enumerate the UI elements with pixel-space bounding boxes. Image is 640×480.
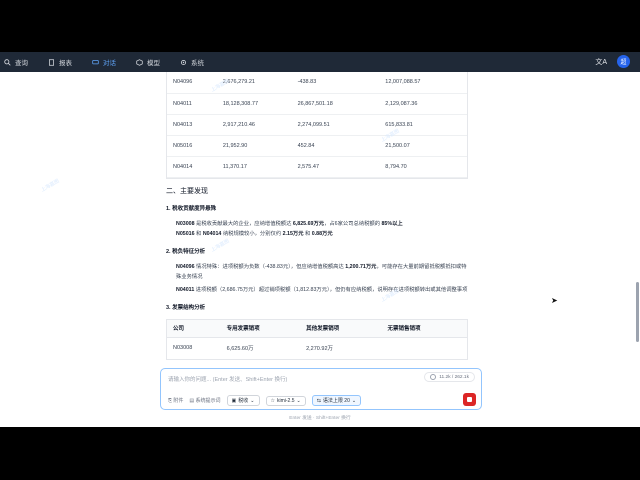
nav-item-report[interactable]: 报表 (44, 57, 72, 67)
table-row: N04011 18,128,308.77 26,867,501.18 2,129,08… (167, 93, 467, 115)
table-cell: 21,500.07 (379, 135, 467, 157)
composer-hint: Enter 发送 · Shift+Enter 换行 (289, 416, 351, 421)
token-usage: 11.2k / 262.1k (424, 372, 475, 382)
chat-icon (92, 59, 99, 66)
model-selector[interactable]: ☆ kimi-2.5 ⌄ (265, 395, 306, 406)
stop-button[interactable] (463, 393, 476, 406)
system-prompt-label: 系统提示词 (195, 398, 221, 404)
table-cell: 2,129,087.36 (379, 93, 467, 115)
table-cell: 21,952.90 (216, 135, 292, 157)
table-row: N05016 21,952.90 452.84 21,500.07 (167, 135, 467, 157)
table-cell: 8,794.70 (379, 156, 467, 178)
cube-icon (136, 58, 143, 66)
table-cell: 2,575.47 (291, 156, 380, 178)
table-cell: 2,917,210.46 (216, 114, 292, 136)
nav-label: 查询 (15, 60, 28, 67)
progress-ring-icon (430, 374, 437, 380)
finding-item: N03008 是税收贡献最大的企业，应纳增值税额达 6,825.69万元，占6家… (176, 220, 403, 227)
finding-item: N04096 情况特殊：进项税额为负数（-438.83元），但应纳增值税额高达 … (176, 263, 467, 280)
watermark: 上海嘉图 (40, 178, 61, 194)
nav-item-model[interactable]: 模型 (132, 57, 160, 67)
stop-icon (467, 397, 472, 402)
column-header: 其他发票销项 (306, 326, 340, 332)
nav-item-query[interactable]: 查询 (0, 57, 28, 67)
composer-toolbar: ⎘ 附件 ▤ 系统提示词 ▣ 税收 ⌄ ☆ kimi-2.5 ⌄ ⇆ 语法上限 … (168, 395, 362, 406)
nav-label: 对话 (103, 60, 116, 67)
finding-heading-1: 1. 税收贡献度异悬殊 (166, 205, 217, 212)
invoice-table: 公司 专用发票销项 其他发票销项 无票销售销项 N03008 6,625.60万… (166, 318, 468, 360)
table-cell: N04096 (167, 72, 217, 94)
table-cell: N04013 (167, 114, 217, 136)
composer[interactable]: 请输入你的问题... (Enter 发送、Shift+Enter 换行) 11.… (160, 368, 482, 410)
finding-item: N04011 进项税额（2,686.75万元）超过销项税额（1,812.83万元… (176, 286, 468, 293)
token-count: 11.2k / 262.1k (439, 374, 469, 380)
tax-selector[interactable]: ▣ 税收 ⌄ (226, 395, 260, 406)
top-nav-bar: 查询 报表 对话 模型 系统 文A 超 (0, 52, 640, 72)
mouse-pointer-icon: ➤ (551, 296, 558, 305)
context-limit-selector[interactable]: ⇆ 语法上限 20 ⌄ (311, 395, 362, 406)
table-cell: N05016 (167, 135, 217, 157)
table-cell: 11,370.17 (216, 156, 292, 178)
table-row: N04013 2,917,210.46 2,274,099.51 615,833.81 (167, 114, 467, 136)
table-row: N04014 11,370.17 2,575.47 8,794.70 (167, 156, 467, 178)
nav-label: 模型 (147, 60, 160, 67)
table-row: N03008 6,625.60万 2,270.92万 (167, 338, 467, 359)
table-header: 公司 专用发票销项 其他发票销项 无票销售销项 (167, 319, 467, 338)
table-cell: 12,007,088.57 (379, 72, 467, 94)
attach-button[interactable]: ⎘ 附件 (168, 397, 183, 404)
nav-item-system[interactable]: 系统 (176, 57, 204, 67)
gear-icon (180, 59, 187, 66)
finding-heading-3: 3. 发票结构分析 (166, 304, 206, 311)
message-input[interactable]: 请输入你的问题... (Enter 发送、Shift+Enter 换行) (168, 375, 287, 383)
avatar[interactable]: 超 (617, 55, 630, 68)
column-header: 专用发票销项 (226, 326, 260, 332)
table-cell: 26,867,501.18 (291, 93, 380, 115)
tax-label: 税收 (238, 398, 249, 404)
context-label: 语法上限 20 (322, 398, 350, 404)
table-cell: 6,625.60万 (226, 346, 254, 352)
translate-icon[interactable]: 文A (595, 57, 607, 67)
nav-label: 系统 (191, 60, 204, 67)
table-cell: N03008 (173, 345, 193, 351)
table-cell: N04011 (167, 93, 217, 115)
system-prompt-button[interactable]: ▤ 系统提示词 (189, 397, 220, 404)
finding-item: N05016 和 N04014 纳税规模较小，分别仅约 2.15万元 和 0.8… (176, 230, 333, 237)
scrollbar[interactable] (636, 282, 639, 342)
table-cell: 18,128,308.77 (216, 93, 292, 115)
app-frame: 查询 报表 对话 模型 系统 文A 超 N04096 2,676,279.21 -4… (0, 52, 640, 427)
table-cell: N04014 (167, 156, 217, 178)
column-header: 无票销售销项 (387, 326, 421, 332)
model-label: kimi-2.5 (276, 397, 295, 404)
search-icon (4, 58, 11, 66)
table-cell: -438.83 (291, 72, 380, 94)
table-cell: 2,274,099.51 (291, 114, 380, 136)
attach-label: 附件 (173, 398, 184, 404)
column-header: 公司 (173, 326, 185, 332)
table-cell: 452.84 (291, 135, 380, 157)
nav-item-chat[interactable]: 对话 (88, 57, 116, 67)
table-cell: 2,270.92万 (306, 346, 334, 352)
nav-label: 报表 (59, 60, 72, 67)
document-icon (48, 58, 55, 66)
section-title: 二、主要发现 (166, 187, 208, 195)
